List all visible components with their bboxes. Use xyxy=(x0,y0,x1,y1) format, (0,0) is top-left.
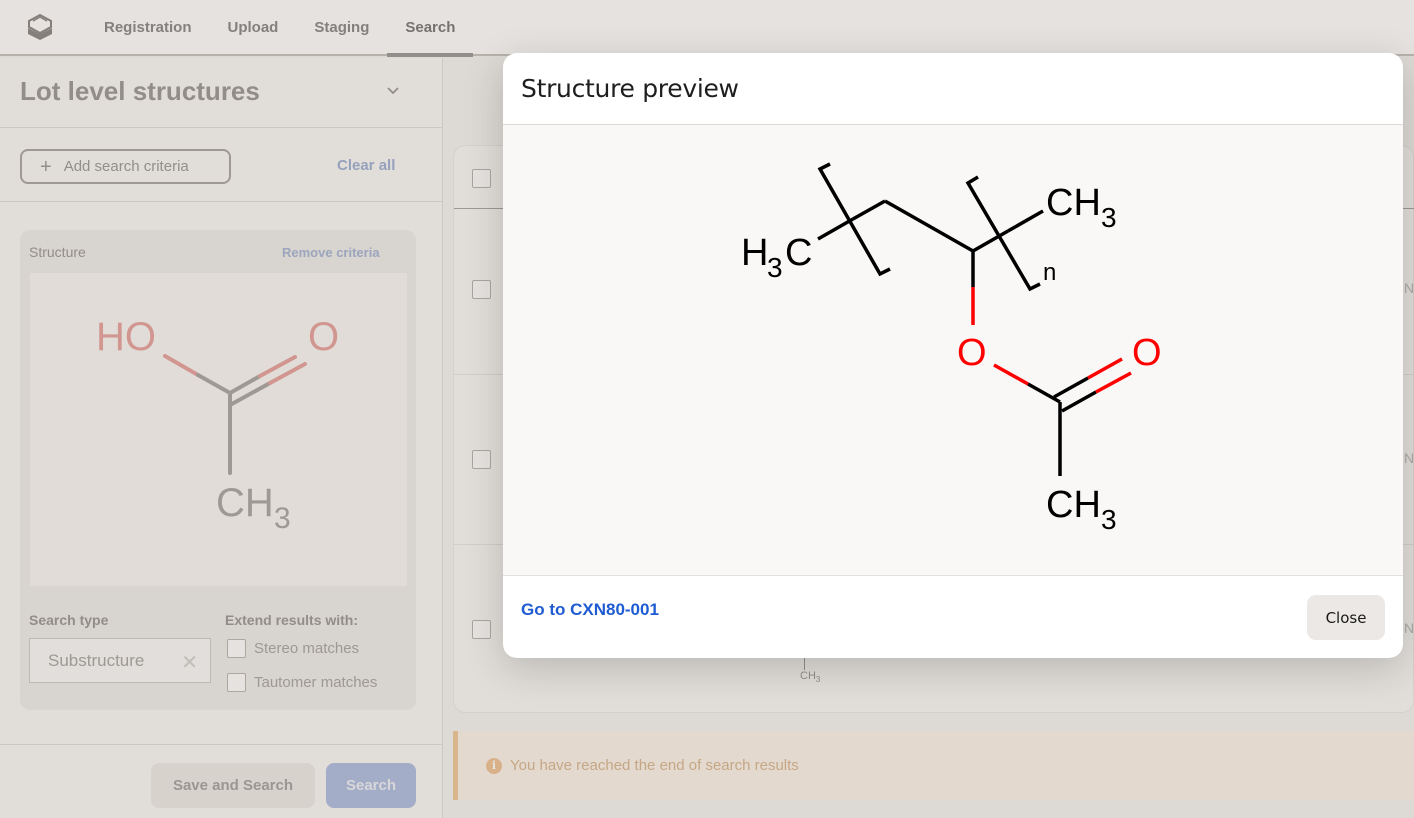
right-methyl-sub: 3 xyxy=(1101,202,1117,233)
structure-preview-canvas: H 3 C CH 3 n O O CH 3 xyxy=(503,125,1403,576)
acetyl-methyl-sub: 3 xyxy=(1101,504,1117,535)
left-methyl-c: C xyxy=(785,232,812,274)
close-button[interactable]: Close xyxy=(1307,595,1385,640)
repeat-unit-n: n xyxy=(1043,259,1056,286)
left-methyl-sub: 3 xyxy=(767,252,783,283)
modal-footer: Go to CXN80-001 Close xyxy=(503,576,1403,658)
carbonyl-oxygen-label: O xyxy=(1132,332,1162,374)
left-methyl-h: H xyxy=(741,232,768,274)
modal-title: Structure preview xyxy=(521,74,739,103)
go-to-compound-link[interactable]: Go to CXN80-001 xyxy=(521,600,659,620)
poly-vinyl-acetate-structure: H 3 C CH 3 n O O CH 3 xyxy=(741,162,1162,535)
modal-header: Structure preview xyxy=(503,53,1403,125)
right-methyl-label: CH xyxy=(1046,182,1101,224)
ester-oxygen-label: O xyxy=(957,332,987,374)
structure-preview-modal: Structure preview H 3 C CH 3 n O O CH 3 … xyxy=(503,53,1403,658)
acetyl-methyl-label: CH xyxy=(1046,484,1101,526)
